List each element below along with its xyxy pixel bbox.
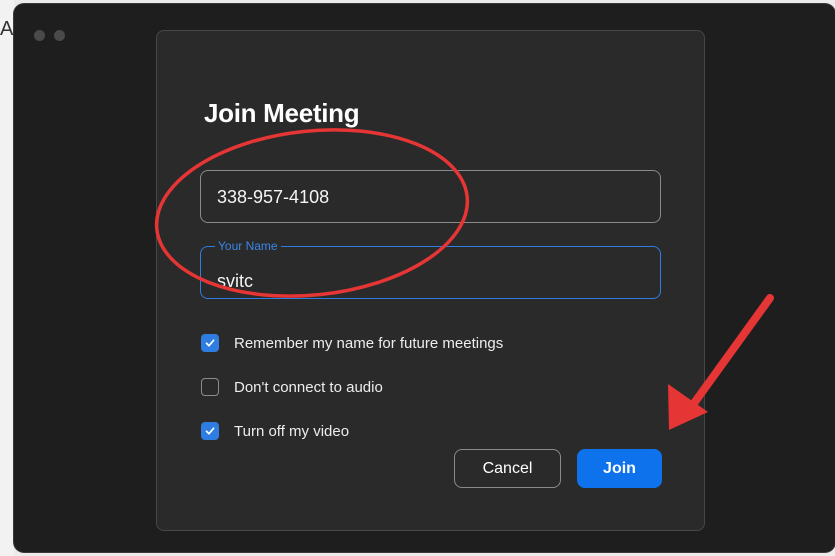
remember-name-label: Remember my name for future meetings [234,334,504,352]
meeting-id-field[interactable]: 338-957-4108 [200,170,661,223]
window-minimize-dot[interactable] [54,30,65,41]
background-window-text: A [0,18,14,40]
background-window-edge: A [0,0,14,556]
meeting-id-value: 338-957-4108 [217,187,330,207]
video-off-option[interactable]: Turn off my video [201,420,349,442]
video-off-label: Turn off my video [234,422,350,440]
your-name-legend: Your Name [215,239,281,253]
checkbox-video-off[interactable] [201,422,219,440]
your-name-field[interactable]: Your Name svitc [200,239,661,299]
no-audio-label: Don't connect to audio [234,378,383,396]
checkbox-no-audio[interactable] [201,378,219,396]
remember-name-option[interactable]: Remember my name for future meetings [201,332,503,354]
checkmark-icon [205,427,215,435]
dialog-title: Join Meeting [204,98,360,128]
checkbox-remember-name[interactable] [201,334,219,352]
cancel-button[interactable]: Cancel [454,449,561,488]
checkmark-icon [205,339,215,347]
app-window: Join Meeting 338-957-4108 Your Name svit… [14,4,835,552]
your-name-value: svitc [217,271,253,291]
join-button[interactable]: Join [577,449,662,488]
window-close-dot[interactable] [34,30,45,41]
join-meeting-dialog: Join Meeting 338-957-4108 Your Name svit… [156,30,705,531]
no-audio-option[interactable]: Don't connect to audio [201,376,383,398]
